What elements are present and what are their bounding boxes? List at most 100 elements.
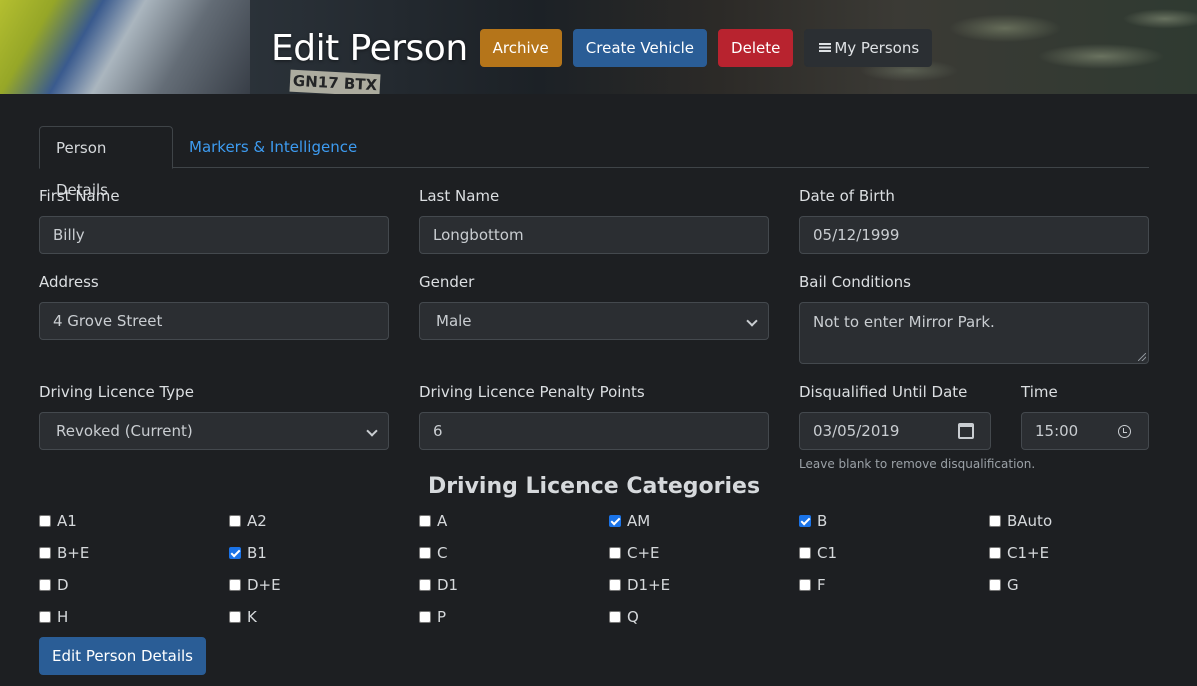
category-f[interactable]: F [799,575,826,595]
category-c1[interactable]: C1 [799,543,837,563]
disqualified-time-label: Time [1021,383,1058,401]
category-checkbox[interactable] [609,611,621,623]
category-label: AM [627,512,651,530]
first-name-input[interactable]: Billy [39,216,389,254]
category-label: C+E [627,544,660,562]
category-checkbox[interactable] [799,515,811,527]
penalty-points-label: Driving Licence Penalty Points [419,383,645,401]
chevron-down-icon [366,425,378,437]
gender-label: Gender [419,273,475,291]
page-title: Edit Person [271,27,468,69]
category-checkbox[interactable] [39,611,51,623]
category-checkbox[interactable] [419,515,431,527]
licence-categories-title: Driving Licence Categories [427,474,761,499]
category-label: B [817,512,828,530]
resize-handle-icon[interactable] [1138,353,1146,361]
category-checkbox[interactable] [229,547,241,559]
create-vehicle-button[interactable]: Create Vehicle [572,29,708,67]
category-q[interactable]: Q [609,607,639,627]
category-d-plus-e[interactable]: D+E [229,575,281,595]
category-c[interactable]: C [419,543,447,563]
bail-conditions-value: Not to enter Mirror Park. [813,313,995,331]
penalty-points-input[interactable]: 6 [419,412,769,450]
dob-label: Date of Birth [799,187,895,205]
edit-person-details-button[interactable]: Edit Person Details [39,637,206,675]
number-plate: GN17 BTX [289,69,381,94]
category-label: H [57,608,69,626]
category-label: D1+E [627,576,671,594]
category-label: Q [627,608,639,626]
category-label: G [1007,576,1019,594]
category-checkbox[interactable] [989,547,1001,559]
category-checkbox[interactable] [419,611,431,623]
gender-select[interactable]: Male [419,302,769,340]
category-checkbox[interactable] [609,547,621,559]
category-k[interactable]: K [229,607,257,627]
category-am[interactable]: AM [609,511,650,531]
category-b[interactable]: B [799,511,827,531]
category-checkbox[interactable] [609,515,621,527]
category-c-plus-e[interactable]: C+E [609,543,660,563]
category-label: A [437,512,448,530]
category-g[interactable]: G [989,575,1019,595]
category-a2[interactable]: A2 [229,511,267,531]
category-checkbox[interactable] [39,515,51,527]
bail-conditions-textarea[interactable]: Not to enter Mirror Park. [799,302,1149,364]
my-persons-button[interactable]: My Persons [804,29,933,67]
first-name-label: First Name [39,187,120,205]
disqualified-time-value: 15:00 [1035,422,1079,440]
last-name-label: Last Name [419,187,500,205]
tab-person-details[interactable]: Person Details [39,126,173,199]
category-checkbox[interactable] [799,579,811,591]
category-label: F [817,576,826,594]
category-checkbox[interactable] [229,579,241,591]
category-bauto[interactable]: BAuto [989,511,1052,531]
category-label: A1 [57,512,77,530]
category-checkbox[interactable] [419,579,431,591]
category-a1[interactable]: A1 [39,511,77,531]
category-p[interactable]: P [419,607,446,627]
licence-type-selected-value: Revoked (Current) [56,422,193,440]
category-checkbox[interactable] [229,515,241,527]
category-label: D+E [247,576,281,594]
category-label: B+E [57,544,90,562]
category-h[interactable]: H [39,607,68,627]
delete-button[interactable]: Delete [718,29,794,67]
category-a[interactable]: A [419,511,447,531]
category-c1-plus-e[interactable]: C1+E [989,543,1049,563]
disqualified-date-input[interactable]: 03/05/2019 [799,412,991,450]
hero-header: Edit Person Archive Create Vehicle Delet… [271,25,943,71]
category-checkbox[interactable] [419,547,431,559]
police-car-image [0,0,250,94]
category-d1-plus-e[interactable]: D1+E [609,575,670,595]
category-label: P [437,608,447,626]
bail-conditions-label: Bail Conditions [799,273,911,291]
category-checkbox[interactable] [799,547,811,559]
my-persons-label: My Persons [834,39,920,57]
tab-markers-intelligence[interactable]: Markers & Intelligence [173,126,373,168]
disqualified-help-text: Leave blank to remove disqualification. [799,457,1036,471]
category-label: C [437,544,448,562]
calendar-icon[interactable] [958,423,974,439]
category-checkbox[interactable] [989,515,1001,527]
category-b-plus-e[interactable]: B+E [39,543,89,563]
category-checkbox[interactable] [609,579,621,591]
address-input[interactable]: 4 Grove Street [39,302,389,340]
category-checkbox[interactable] [39,579,51,591]
category-checkbox[interactable] [989,579,1001,591]
archive-button[interactable]: Archive [479,29,562,67]
last-name-input[interactable]: Longbottom [419,216,769,254]
category-b1[interactable]: B1 [229,543,267,563]
disqualified-time-input[interactable]: 15:00 [1021,412,1149,450]
category-label: BAuto [1007,512,1053,530]
category-checkbox[interactable] [229,611,241,623]
category-label: C1 [817,544,838,562]
clock-icon[interactable] [1118,425,1131,438]
licence-type-select[interactable]: Revoked (Current) [39,412,389,450]
category-d[interactable]: D [39,575,69,595]
category-label: D [57,576,69,594]
category-checkbox[interactable] [39,547,51,559]
dob-input[interactable]: 05/12/1999 [799,216,1149,254]
hero-banner: GN17 BTX Edit Person Archive Create Vehi… [0,0,1197,94]
category-d1[interactable]: D1 [419,575,458,595]
